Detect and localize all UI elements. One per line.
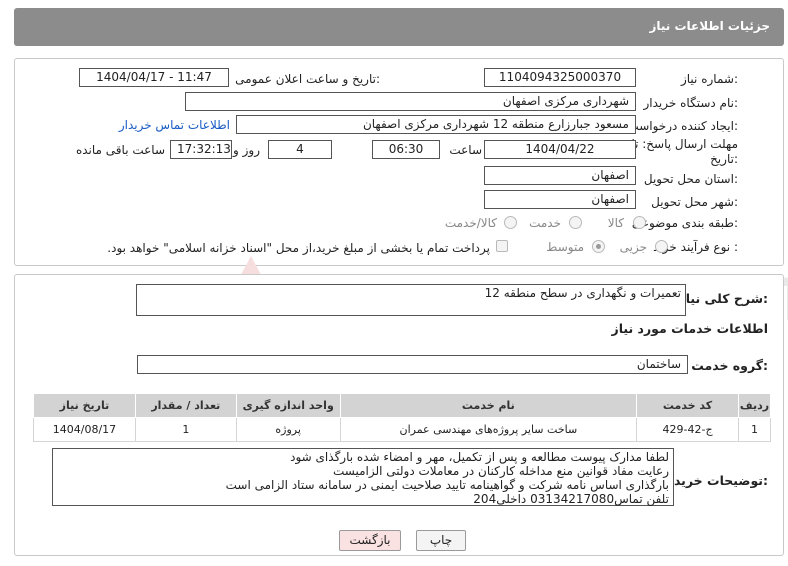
deadline-label: مهلت ارسال پاسخ: تا [631,137,738,151]
col-header-unit: واحد اندازه گیری [235,393,341,418]
deadline-time-label: ساعت [449,143,482,157]
print-button[interactable]: چاپ [416,530,466,551]
cell-service-code: ج-42-429 [636,417,739,442]
cell-row: 1 [737,417,772,442]
treasury-payment-checkbox[interactable] [496,240,508,252]
need-number-field: 1104094325000370 [484,68,636,87]
province-label: استان محل تحویل: [643,172,738,186]
province-field: اصفهان [484,166,636,185]
remaining-time-label: ساعت باقی مانده [75,143,165,157]
need-number-label: شماره نیاز: [680,72,738,86]
cell-service-name: ساخت سایر پروژه‌های مهندسی عمران [339,417,638,442]
city-field: اصفهان [484,190,636,209]
city-label: شهر محل تحویل: [651,195,738,209]
buyer-notes-line-4: تلفن تماس03134217080 داخلی204 [473,492,669,506]
category-label: طبقه بندی موضوعی: [631,216,738,230]
need-info-panel [14,58,784,266]
cell-date: 1404/08/17 [33,417,136,442]
purchase-minor-radio[interactable] [655,240,668,253]
purchase-medium-radio[interactable] [592,240,605,253]
cell-quantity: 1 [134,417,237,442]
deadline-date-field: 1404/04/22 [484,140,636,159]
col-header-row: ردیف [737,393,772,418]
col-header-quantity: تعداد / مقدار [134,393,237,418]
category-service-label: خدمت [529,216,561,230]
days-remaining-field: 4 [268,140,332,159]
treasury-payment-note: پرداخت تمام یا بخشی از مبلغ خرید،از محل … [107,241,490,255]
description-field: تعمیرات و نگهداری در سطح منطقه 12 [136,284,686,316]
buyer-org-label: نام دستگاه خریدار: [643,96,739,110]
announce-date-field: 1404/04/17 - 11:47 [79,68,229,87]
cell-unit: پروژه [235,417,341,442]
buyer-notes-line-3: بارگذاری اساس نامه شرکت و گواهینامه تایی… [225,478,669,492]
services-table-header: تاریخ نیاز تعداد / مقدار واحد اندازه گیر… [33,393,772,418]
purchase-medium-label: متوسط [546,240,584,254]
page-header: جزئیات اطلاعات نیاز [14,8,784,46]
table-row: 1404/08/17 1 پروژه ساخت سایر پروژه‌های م… [33,417,772,442]
buyer-notes-field: لطفا مدارک پیوست مطالعه و پس از تکمیل، م… [52,448,674,506]
buyer-notes-label: توضیحات خریدار: [662,473,768,488]
category-goods-service-label: کالا/خدمت [444,216,497,230]
buyer-notes-line-1: لطفا مدارک پیوست مطالعه و پس از تکمیل، م… [290,450,669,464]
description-label: شرح کلی نیاز: [678,291,769,306]
services-table: تاریخ نیاز تعداد / مقدار واحد اندازه گیر… [33,393,772,442]
announce-date-label: تاریخ و ساعت اعلان عمومی: [235,72,380,86]
buyer-org-field: شهرداری مرکزی اصفهان [185,92,636,111]
category-service-radio[interactable] [569,216,582,229]
category-goods-label: کالا [607,216,624,230]
category-goods-service-radio[interactable] [504,216,517,229]
page-title: جزئیات اطلاعات نیاز [649,19,770,33]
buyer-contact-link[interactable]: اطلاعات تماس خریدار [119,118,230,132]
service-group-label: گروه خدمت: [691,358,768,373]
col-header-service-name: نام خدمت [339,393,638,418]
back-button[interactable]: بازگشت [339,530,401,551]
days-label: روز و [233,143,260,157]
category-goods-radio[interactable] [633,216,646,229]
purchase-minor-label: جزیی [619,240,647,254]
services-title: اطلاعات خدمات مورد نیاز [611,321,769,336]
col-header-date: تاریخ نیاز [33,393,136,418]
deadline-label-date: تاریخ: [710,152,738,166]
remaining-time-field: 17:32:13 [170,140,232,159]
creator-label: ایجاد کننده درخواست: [627,119,738,133]
buyer-notes-line-2: رعایت مفاد قوانین منع مداخله کارکنان در … [332,464,669,478]
service-group-field: ساختمان [137,355,688,374]
creator-field: مسعود جبارزارع منطقه 12 شهرداری مرکزی اص… [236,115,636,134]
col-header-service-code: کد خدمت [636,393,739,418]
deadline-time-field: 06:30 [372,140,440,159]
